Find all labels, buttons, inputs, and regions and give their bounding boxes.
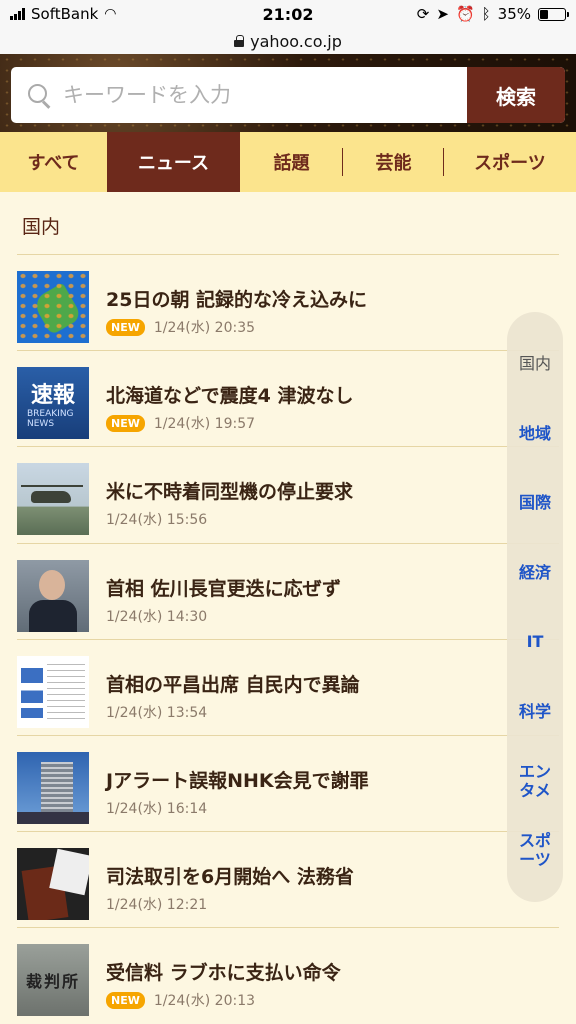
rotation-lock-icon: ⟳ bbox=[416, 5, 430, 23]
url-bar[interactable]: yahoo.co.jp bbox=[0, 28, 576, 54]
side-item-it[interactable]: IT bbox=[507, 632, 563, 651]
news-title: Jアラート誤報NHK会見で謝罪 bbox=[106, 769, 369, 792]
category-side-index: 国内 地域 国際 経済 IT 科学 エン タメ スポ ーツ bbox=[507, 312, 563, 902]
news-item[interactable]: 速報 BREAKING NEWS 北海道などで震度4 津波なし NEW 1/24(… bbox=[17, 351, 559, 448]
news-list: 25日の朝 記録的な冷え込みに NEW 1/24(水) 20:35 速報 BREA… bbox=[0, 255, 576, 1024]
news-item[interactable]: 首相 佐川長官更迭に応ぜず 1/24(水) 14:30 bbox=[17, 544, 559, 640]
alarm-icon: ⏰ bbox=[455, 5, 475, 23]
location-icon: ➤ bbox=[436, 5, 449, 23]
document-thumbnail bbox=[17, 655, 89, 728]
news-title: 司法取引を6月開始へ 法務省 bbox=[106, 866, 354, 889]
news-item[interactable]: 司法取引を6月開始へ 法務省 1/24(水) 12:21 bbox=[17, 832, 559, 929]
news-title: 首相 佐川長官更迭に応ぜず bbox=[106, 577, 341, 600]
book-thumbnail bbox=[17, 848, 89, 921]
news-date: 1/24(水) 15:56 bbox=[106, 512, 208, 529]
signal-icon bbox=[10, 8, 25, 20]
tab-topics[interactable]: 話題 bbox=[240, 132, 343, 192]
news-title: 25日の朝 記録的な冷え込みに bbox=[106, 289, 368, 311]
court-thumbnail: 裁判所 bbox=[17, 944, 89, 1017]
tab-sports[interactable]: スポーツ bbox=[444, 132, 576, 192]
side-item-economy[interactable]: 経済 bbox=[507, 563, 563, 582]
tab-entertainment[interactable]: 芸能 bbox=[343, 132, 444, 192]
news-item[interactable]: Jアラート誤報NHK会見で謝罪 1/24(水) 16:14 bbox=[17, 736, 559, 833]
breaking-subtext-2: NEWS bbox=[27, 419, 55, 430]
news-item[interactable]: 25日の朝 記録的な冷え込みに NEW 1/24(水) 20:35 bbox=[17, 255, 559, 352]
tab-news[interactable]: ニュース bbox=[107, 132, 240, 192]
search-field[interactable] bbox=[11, 67, 467, 123]
breaking-news-thumbnail: 速報 BREAKING NEWS bbox=[17, 367, 89, 440]
news-item[interactable]: 米に不時着同型機の停止要求 1/24(水) 15:56 bbox=[17, 447, 559, 544]
battery-icon bbox=[538, 7, 569, 21]
new-badge: NEW bbox=[106, 991, 145, 1009]
breaking-subtext-1: BREAKING bbox=[27, 409, 74, 420]
status-bar: SoftBank ◠ 21:02 ⟳ ➤ ⏰ ᛒ 35% bbox=[0, 0, 576, 28]
helicopter-thumbnail bbox=[17, 463, 89, 536]
search-input[interactable] bbox=[63, 83, 443, 107]
news-title: 北海道などで震度4 津波なし bbox=[106, 385, 354, 408]
new-badge: NEW bbox=[106, 414, 145, 432]
side-item-entertainment[interactable]: エン タメ bbox=[507, 762, 563, 800]
section-title: 国内 bbox=[22, 216, 61, 238]
side-item-regional[interactable]: 地域 bbox=[507, 424, 563, 443]
prime-minister-thumbnail bbox=[17, 559, 89, 632]
news-date: 1/24(水) 20:35 bbox=[153, 320, 256, 336]
news-date: 1/24(水) 12:21 bbox=[106, 897, 208, 914]
news-date: 1/24(水) 14:30 bbox=[106, 608, 208, 625]
battery-percent: 35% bbox=[497, 5, 531, 23]
status-time: 21:02 bbox=[262, 4, 314, 24]
news-item[interactable]: 首相の平昌出席 自民内で異論 1/24(水) 13:54 bbox=[17, 640, 559, 736]
news-item[interactable]: 裁判所 受信料 ラブホに支払い命令 NEW 1/24(水) 20:13 bbox=[17, 928, 559, 1024]
building-thumbnail bbox=[17, 751, 89, 824]
wifi-icon: ◠ bbox=[104, 6, 117, 22]
tab-all[interactable]: すべて bbox=[0, 132, 107, 192]
news-date: 1/24(水) 13:54 bbox=[106, 704, 208, 721]
weather-map-thumbnail bbox=[17, 271, 89, 343]
news-date: 1/24(水) 16:14 bbox=[106, 800, 208, 817]
side-item-science[interactable]: 科学 bbox=[507, 702, 563, 721]
category-tabs: すべて ニュース 話題 芸能 スポーツ bbox=[0, 132, 576, 192]
search-icon bbox=[27, 83, 51, 107]
search-button[interactable]: 検索 bbox=[467, 67, 565, 123]
side-item-domestic[interactable]: 国内 bbox=[507, 354, 563, 373]
side-item-international[interactable]: 国際 bbox=[507, 493, 563, 512]
news-title: 首相の平昌出席 自民内で異論 bbox=[106, 673, 360, 696]
breaking-label: 速報 bbox=[30, 383, 75, 409]
header: 検索 bbox=[0, 54, 576, 132]
carrier-name: SoftBank bbox=[31, 5, 99, 23]
url-text: yahoo.co.jp bbox=[250, 31, 342, 51]
news-title: 受信料 ラブホに支払い命令 bbox=[106, 962, 341, 985]
lock-icon bbox=[234, 35, 245, 47]
side-item-sports[interactable]: スポ ーツ bbox=[507, 831, 563, 869]
news-date: 1/24(水) 20:13 bbox=[153, 993, 256, 1010]
news-date: 1/24(水) 19:57 bbox=[153, 416, 256, 433]
new-badge: NEW bbox=[106, 318, 145, 336]
bluetooth-icon: ᛒ bbox=[481, 5, 491, 23]
search-box: 検索 bbox=[11, 67, 565, 123]
news-title: 米に不時着同型機の停止要求 bbox=[106, 481, 354, 504]
